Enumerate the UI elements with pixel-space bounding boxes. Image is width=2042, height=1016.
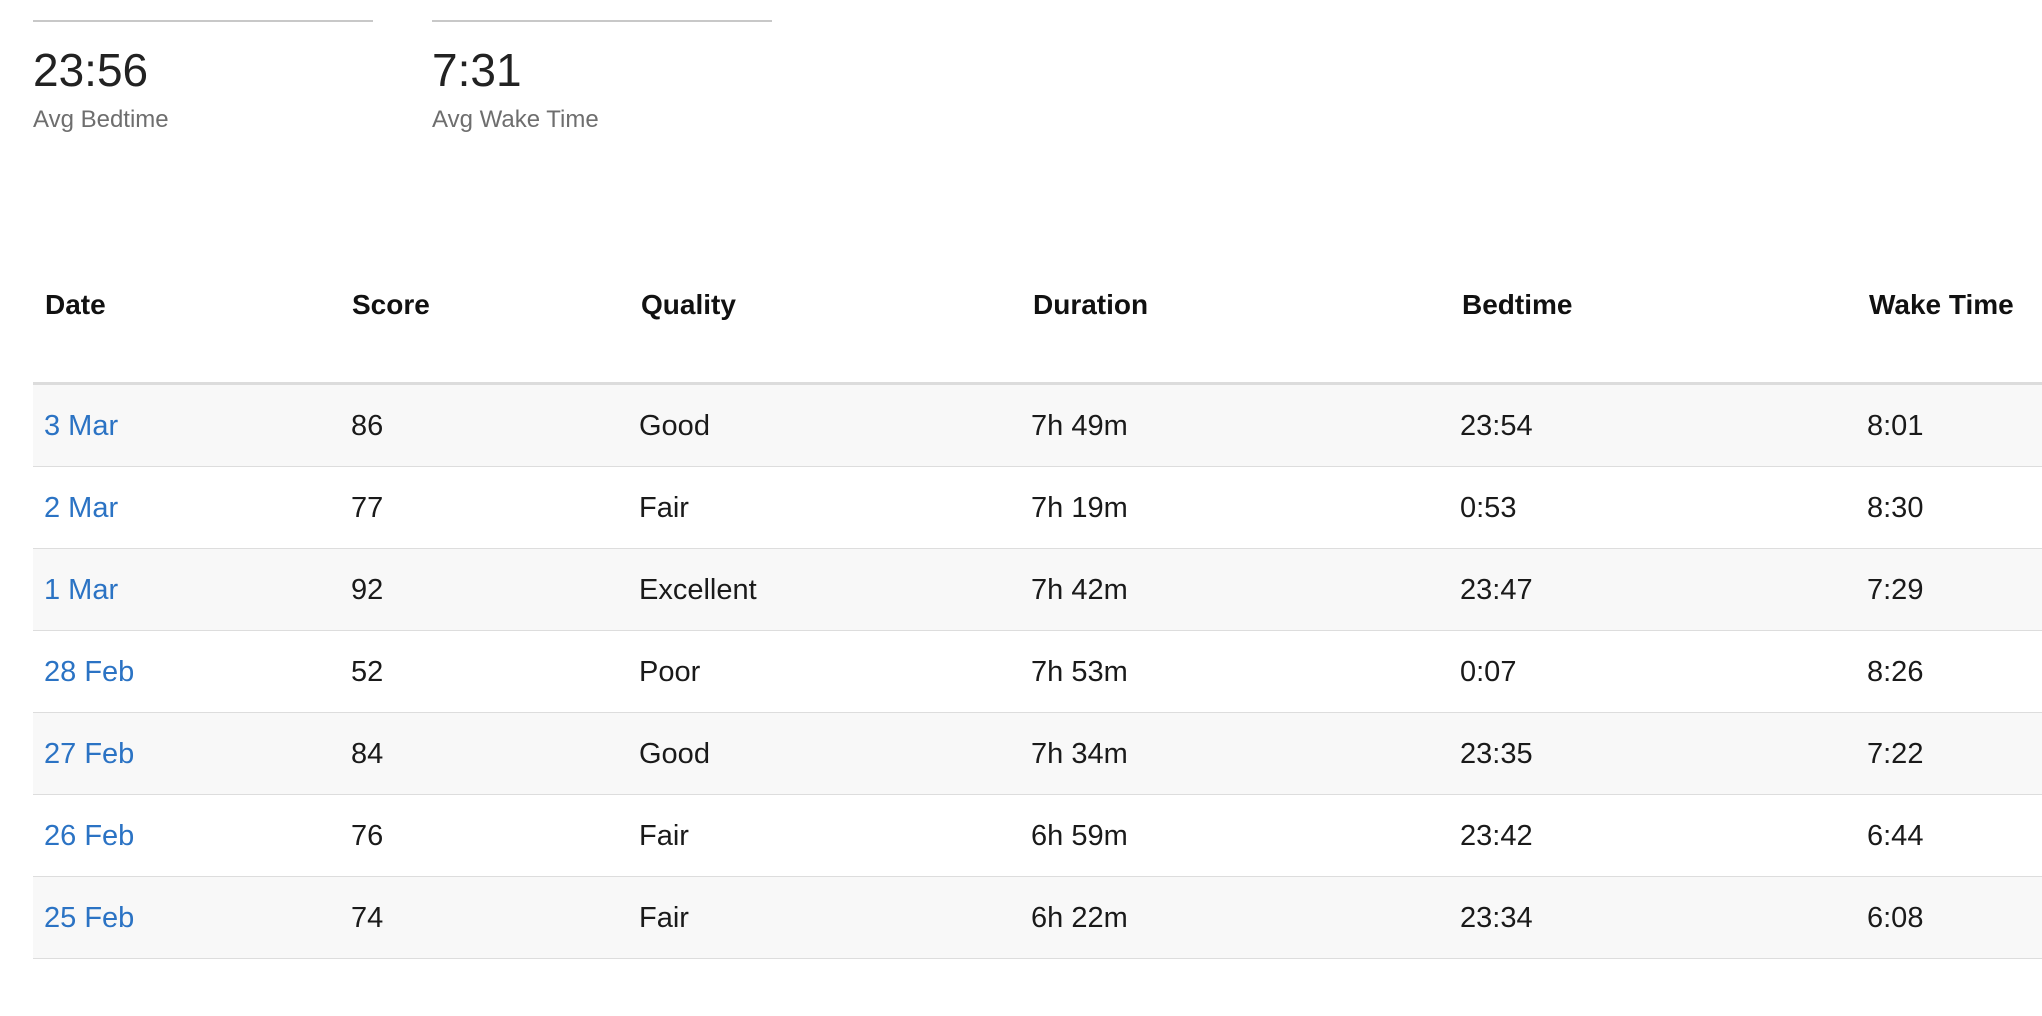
row-wake-time: 6:08 — [1867, 902, 1924, 934]
avg-wake-time-label: Avg Wake Time — [432, 106, 599, 133]
row-quality: Good — [639, 410, 710, 442]
row-date-link[interactable]: 1 Mar — [44, 573, 118, 607]
header-date[interactable]: Date — [45, 289, 106, 321]
row-duration: 7h 34m — [1031, 738, 1128, 770]
header-quality[interactable]: Quality — [641, 289, 736, 321]
table-row: 26 Feb 76 Fair 6h 59m 23:42 6:44 — [33, 795, 2042, 877]
avg-bedtime-value: 23:56 — [33, 44, 149, 96]
row-score: 77 — [351, 492, 384, 524]
sleep-table: Date Score Quality Duration Bedtime Wake… — [33, 232, 2042, 959]
table-row: 1 Mar 92 Excellent 7h 42m 23:47 7:29 — [33, 549, 2042, 631]
row-bedtime: 23:54 — [1460, 410, 1533, 442]
row-wake-time: 7:29 — [1867, 574, 1924, 606]
row-duration: 6h 22m — [1031, 902, 1128, 934]
row-date-link[interactable]: 3 Mar — [44, 409, 118, 443]
row-quality: Good — [639, 738, 710, 770]
header-score[interactable]: Score — [352, 289, 430, 321]
table-row: 28 Feb 52 Poor 7h 53m 0:07 8:26 — [33, 631, 2042, 713]
table-header: Date Score Quality Duration Bedtime Wake… — [33, 232, 2042, 385]
row-wake-time: 8:30 — [1867, 492, 1924, 524]
table-row: 2 Mar 77 Fair 7h 19m 0:53 8:30 — [33, 467, 2042, 549]
row-bedtime: 0:53 — [1460, 492, 1517, 524]
avg-bedtime-stat: 23:56 Avg Bedtime — [33, 20, 373, 133]
row-quality: Fair — [639, 902, 689, 934]
row-score: 84 — [351, 738, 384, 770]
row-score: 86 — [351, 410, 384, 442]
row-quality: Excellent — [639, 574, 757, 606]
row-wake-time: 6:44 — [1867, 820, 1924, 852]
row-bedtime: 23:42 — [1460, 820, 1533, 852]
row-duration: 7h 53m — [1031, 656, 1128, 688]
row-bedtime: 23:34 — [1460, 902, 1533, 934]
row-duration: 6h 59m — [1031, 820, 1128, 852]
row-bedtime: 0:07 — [1460, 656, 1517, 688]
row-date-link[interactable]: 25 Feb — [44, 901, 134, 935]
row-wake-time: 7:22 — [1867, 738, 1924, 770]
row-wake-time: 8:01 — [1867, 410, 1924, 442]
row-score: 52 — [351, 656, 384, 688]
row-date-link[interactable]: 27 Feb — [44, 737, 134, 771]
header-bedtime[interactable]: Bedtime — [1462, 289, 1572, 321]
row-score: 76 — [351, 820, 384, 852]
row-date-link[interactable]: 2 Mar — [44, 491, 118, 525]
row-quality: Poor — [639, 656, 701, 688]
table-row: 27 Feb 84 Good 7h 34m 23:35 7:22 — [33, 713, 2042, 795]
row-quality: Fair — [639, 492, 689, 524]
summary-stats: 23:56 Avg Bedtime 7:31 Avg Wake Time — [33, 20, 1033, 140]
header-duration[interactable]: Duration — [1033, 289, 1148, 321]
row-score: 74 — [351, 902, 384, 934]
row-bedtime: 23:35 — [1460, 738, 1533, 770]
table-row: 25 Feb 74 Fair 6h 22m 23:34 6:08 — [33, 877, 2042, 959]
row-bedtime: 23:47 — [1460, 574, 1533, 606]
header-wake-time[interactable]: Wake Time — [1869, 289, 2014, 321]
row-duration: 7h 42m — [1031, 574, 1128, 606]
row-wake-time: 8:26 — [1867, 656, 1924, 688]
row-score: 92 — [351, 574, 384, 606]
row-duration: 7h 49m — [1031, 410, 1128, 442]
row-date-link[interactable]: 26 Feb — [44, 819, 134, 853]
avg-bedtime-label: Avg Bedtime — [33, 106, 169, 133]
avg-wake-time-value: 7:31 — [432, 44, 522, 96]
row-duration: 7h 19m — [1031, 492, 1128, 524]
table-row: 3 Mar 86 Good 7h 49m 23:54 8:01 — [33, 385, 2042, 467]
avg-wake-time-stat: 7:31 Avg Wake Time — [432, 20, 772, 133]
row-date-link[interactable]: 28 Feb — [44, 655, 134, 689]
row-quality: Fair — [639, 820, 689, 852]
